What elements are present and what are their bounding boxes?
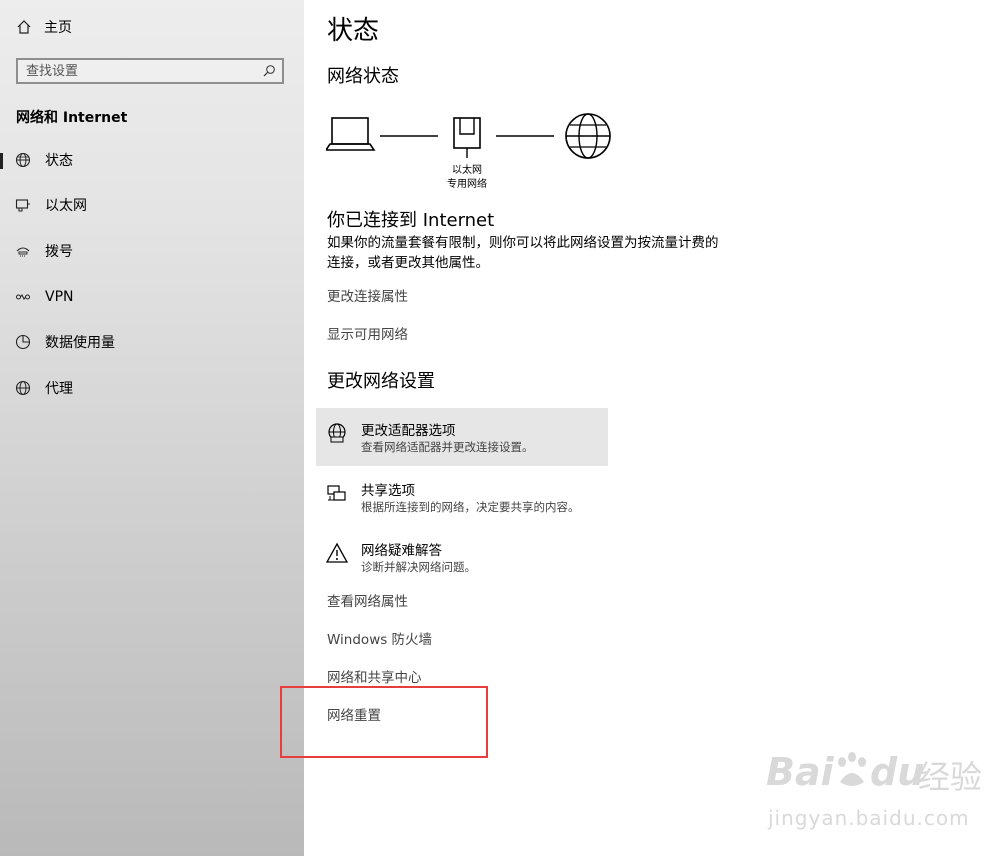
sidebar-item-data-usage[interactable]: 数据使用量	[0, 327, 304, 357]
ethernet-icon	[15, 199, 30, 212]
sidebar-item-status[interactable]: 状态	[0, 145, 304, 175]
sidebar-item-proxy[interactable]: 代理	[0, 373, 304, 403]
globe-network-icon	[15, 152, 31, 168]
watermark-brand: Bai	[766, 750, 834, 794]
warning-icon	[326, 542, 348, 563]
change-connection-properties-link[interactable]: 更改连接属性	[327, 285, 408, 305]
paw-icon	[838, 752, 866, 786]
laptop-icon	[324, 117, 376, 151]
network-status-heading: 网络状态	[327, 66, 399, 87]
sidebar-item-dialup[interactable]: 拨号	[0, 236, 304, 266]
watermark-url: jingyan.baidu.com	[768, 806, 970, 830]
home-nav-item[interactable]: 主页	[16, 16, 72, 38]
sidebar-item-vpn[interactable]: VPN	[0, 282, 304, 312]
watermark-cn: 经验	[918, 758, 983, 796]
sidebar-item-label: 拨号	[45, 244, 73, 260]
option-title: 共享选项	[361, 483, 415, 499]
adapter-label: 以太网	[452, 165, 482, 176]
option-description: 根据所连接到的网络，决定要共享的内容。	[361, 500, 580, 514]
adapter-sublabel: 专用网络	[447, 179, 487, 190]
sidebar-item-label: 数据使用量	[45, 335, 115, 351]
network-diagram: 以太网 专用网络	[324, 112, 626, 192]
proxy-globe-icon	[15, 380, 31, 396]
dialup-icon	[16, 247, 30, 257]
view-network-properties-link[interactable]: 查看网络属性	[327, 590, 408, 610]
search-icon[interactable]	[262, 64, 276, 78]
internet-globe-icon	[565, 113, 611, 159]
home-icon	[17, 20, 31, 34]
sidebar-item-label: VPN	[45, 289, 74, 305]
data-usage-icon	[15, 334, 31, 350]
option-title: 网络疑难解答	[361, 543, 442, 559]
section-label: 网络和 Internet	[16, 110, 128, 126]
watermark-brand-2: du	[870, 750, 925, 794]
adapter-options-button[interactable]: 更改适配器选项 查看网络适配器并更改连接设置。	[316, 408, 608, 466]
option-description: 查看网络适配器并更改连接设置。	[361, 440, 534, 454]
troubleshoot-button[interactable]: 网络疑难解答 诊断并解决网络问题。	[316, 528, 608, 586]
sharing-icon	[327, 485, 346, 501]
network-sharing-center-link[interactable]: 网络和共享中心	[327, 666, 422, 686]
highlight-box	[280, 686, 488, 758]
adapter-globe-icon	[328, 423, 346, 443]
search-input[interactable]	[18, 59, 262, 83]
sidebar-item-label: 代理	[45, 381, 73, 397]
sidebar-item-ethernet[interactable]: 以太网	[0, 190, 304, 220]
home-label: 主页	[44, 20, 72, 36]
option-title: 更改适配器选项	[361, 423, 456, 439]
vpn-icon	[16, 294, 30, 300]
search-box[interactable]	[16, 58, 284, 84]
show-available-networks-link[interactable]: 显示可用网络	[327, 323, 408, 343]
option-description: 诊断并解决网络问题。	[361, 560, 476, 574]
change-settings-heading: 更改网络设置	[327, 371, 435, 392]
connected-heading: 你已连接到 Internet	[327, 210, 495, 231]
page-title: 状态	[327, 16, 380, 46]
ethernet-port-icon	[453, 117, 481, 158]
baidu-watermark: Bai du 经验 jingyan.baidu.com	[766, 748, 986, 838]
sharing-options-button[interactable]: 共享选项 根据所连接到的网络，决定要共享的内容。	[316, 468, 608, 526]
sidebar-item-label: 以太网	[45, 198, 87, 214]
sidebar: 主页 网络和 Internet 状态 以太网 拨号	[0, 0, 304, 856]
windows-firewall-link[interactable]: Windows 防火墙	[327, 628, 432, 648]
connected-description: 如果你的流量套餐有限制，则你可以将此网络设置为按流量计费的连接，或者更改其他属性…	[327, 235, 719, 271]
sidebar-item-label: 状态	[45, 153, 73, 169]
